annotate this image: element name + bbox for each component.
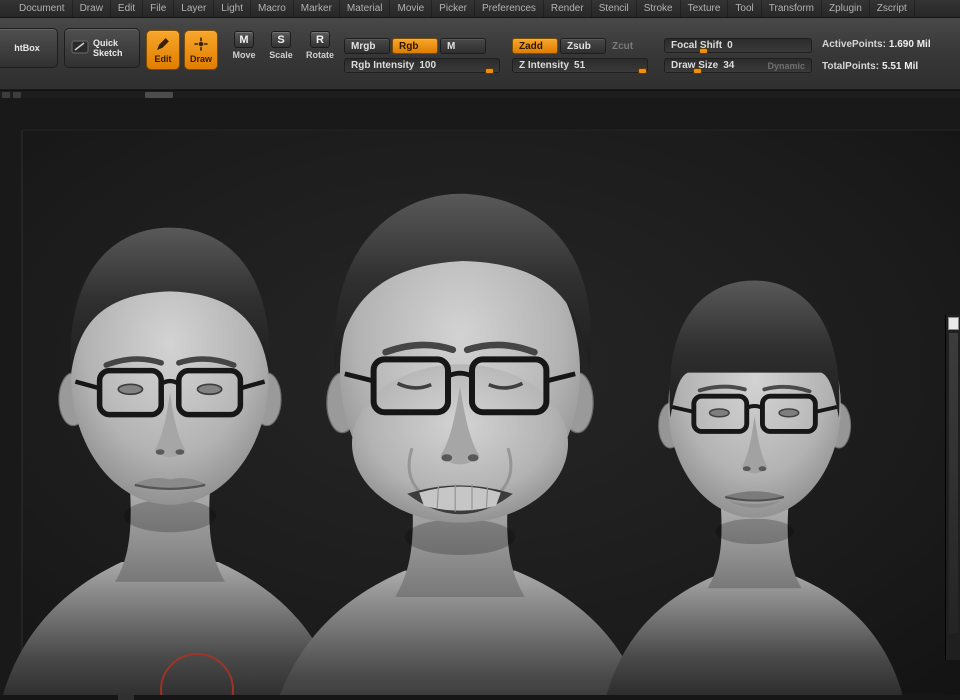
draw-size-handle[interactable] bbox=[692, 68, 702, 74]
rgb-intensity-slider[interactable]: Rgb Intensity 100 bbox=[344, 58, 500, 74]
zsub-label: Zsub bbox=[567, 40, 591, 52]
z-intensity-handle[interactable] bbox=[637, 68, 647, 74]
menu-item-preferences[interactable]: Preferences bbox=[475, 0, 544, 17]
lightbox-label: htBox bbox=[14, 43, 40, 53]
scale-button[interactable]: S Scale bbox=[263, 31, 299, 60]
menu-item-layer[interactable]: Layer bbox=[174, 0, 215, 17]
lightbox-button[interactable]: htBox bbox=[0, 28, 58, 68]
rotate-label: Rotate bbox=[305, 50, 334, 60]
mrgb-label: Mrgb bbox=[351, 40, 376, 52]
sketch-icon bbox=[71, 40, 89, 56]
focal-shift-handle[interactable] bbox=[698, 48, 708, 54]
sculpt-viewport bbox=[0, 98, 960, 700]
zadd-label: Zadd bbox=[519, 40, 543, 52]
top-shelf: htBox Quick Sketch Edit Draw M Move S Sc… bbox=[0, 18, 960, 90]
scale-label: Scale bbox=[269, 50, 293, 60]
menu-item-macro[interactable]: Macro bbox=[251, 0, 294, 17]
right-tray-divider[interactable] bbox=[945, 315, 960, 660]
draw-crosshair-icon bbox=[194, 36, 208, 53]
m-button[interactable]: M bbox=[440, 38, 486, 54]
zcut-label: Zcut bbox=[612, 40, 634, 52]
move-button[interactable]: M Move bbox=[226, 31, 262, 60]
edit-label: Edit bbox=[154, 53, 172, 64]
bottom-tray-strip bbox=[0, 695, 960, 700]
bottom-tray-handle[interactable] bbox=[118, 695, 134, 700]
tray-divider-strip bbox=[0, 90, 960, 98]
m-label: M bbox=[447, 40, 456, 52]
draw-size-slider[interactable]: Draw Size 34 Dynamic bbox=[664, 58, 812, 74]
edit-pen-icon bbox=[156, 37, 170, 53]
menu-item-draw[interactable]: Draw bbox=[73, 0, 111, 17]
rgb-button[interactable]: Rgb bbox=[392, 38, 438, 54]
zcut-button[interactable]: Zcut bbox=[612, 38, 633, 54]
active-points-value: 1.690 Mil bbox=[888, 39, 931, 50]
tray-scroll-thumb[interactable] bbox=[947, 317, 959, 330]
focal-shift-value: 0 bbox=[727, 40, 733, 51]
menu-item-stroke[interactable]: Stroke bbox=[637, 0, 681, 17]
edit-button[interactable]: Edit bbox=[146, 30, 180, 70]
draw-button[interactable]: Draw bbox=[184, 30, 218, 70]
zbrush-window: Document Draw Edit File Layer Light Macr… bbox=[0, 0, 960, 700]
total-points-stat: TotalPoints: 5.51 Mil bbox=[822, 61, 918, 72]
tray-scroll-track[interactable] bbox=[948, 333, 958, 633]
menu-item-document[interactable]: Document bbox=[12, 0, 73, 17]
rgb-intensity-value: 100 bbox=[419, 60, 437, 71]
rgb-intensity-handle[interactable] bbox=[485, 68, 495, 74]
zsub-button[interactable]: Zsub bbox=[560, 38, 606, 54]
menu-item-picker[interactable]: Picker bbox=[432, 0, 475, 17]
draw-size-value: 34 bbox=[723, 60, 735, 71]
z-intensity-slider[interactable]: Z Intensity 51 bbox=[512, 58, 648, 74]
menu-item-tool[interactable]: Tool bbox=[728, 0, 762, 17]
z-intensity-value: 51 bbox=[574, 60, 586, 71]
quick-sketch-label: Quick Sketch bbox=[93, 38, 123, 58]
rgb-intensity-label: Rgb Intensity bbox=[351, 60, 415, 71]
menu-item-zplugin[interactable]: Zplugin bbox=[822, 0, 870, 17]
menu-item-light[interactable]: Light bbox=[214, 0, 251, 17]
document-canvas[interactable] bbox=[0, 98, 960, 700]
mrgb-button[interactable]: Mrgb bbox=[344, 38, 390, 54]
menu-item-material[interactable]: Material bbox=[340, 0, 391, 17]
z-intensity-label: Z Intensity bbox=[519, 60, 570, 71]
move-icon: M bbox=[234, 31, 254, 48]
rotate-button[interactable]: R Rotate bbox=[302, 31, 338, 60]
menu-item-stencil[interactable]: Stencil bbox=[592, 0, 637, 17]
focal-shift-label: Focal Shift bbox=[671, 40, 723, 51]
menu-bar: Document Draw Edit File Layer Light Macr… bbox=[0, 0, 960, 18]
menu-item-file[interactable]: File bbox=[143, 0, 175, 17]
menu-item-render[interactable]: Render bbox=[544, 0, 592, 17]
rotate-icon: R bbox=[310, 31, 330, 48]
menu-item-movie[interactable]: Movie bbox=[390, 0, 433, 17]
zadd-button[interactable]: Zadd bbox=[512, 38, 558, 54]
draw-label: Draw bbox=[189, 53, 212, 64]
active-points-stat: ActivePoints: 1.690 Mil bbox=[822, 39, 931, 50]
scale-icon: S bbox=[271, 31, 291, 48]
rgb-label: Rgb bbox=[399, 40, 419, 52]
move-label: Move bbox=[232, 50, 256, 60]
menu-item-zscript[interactable]: Zscript bbox=[870, 0, 915, 17]
menu-item-transform[interactable]: Transform bbox=[762, 0, 822, 17]
menu-item-edit[interactable]: Edit bbox=[111, 0, 144, 17]
total-points-value: 5.51 Mil bbox=[882, 61, 919, 72]
active-points-label: ActivePoints: bbox=[822, 39, 886, 50]
focal-shift-slider[interactable]: Focal Shift 0 bbox=[664, 38, 812, 54]
menu-item-marker[interactable]: Marker bbox=[294, 0, 340, 17]
draw-size-dynamic-label: Dynamic bbox=[767, 60, 805, 71]
total-points-label: TotalPoints: bbox=[822, 61, 880, 72]
menu-item-texture[interactable]: Texture bbox=[681, 0, 729, 17]
quick-sketch-button[interactable]: Quick Sketch bbox=[64, 28, 140, 68]
